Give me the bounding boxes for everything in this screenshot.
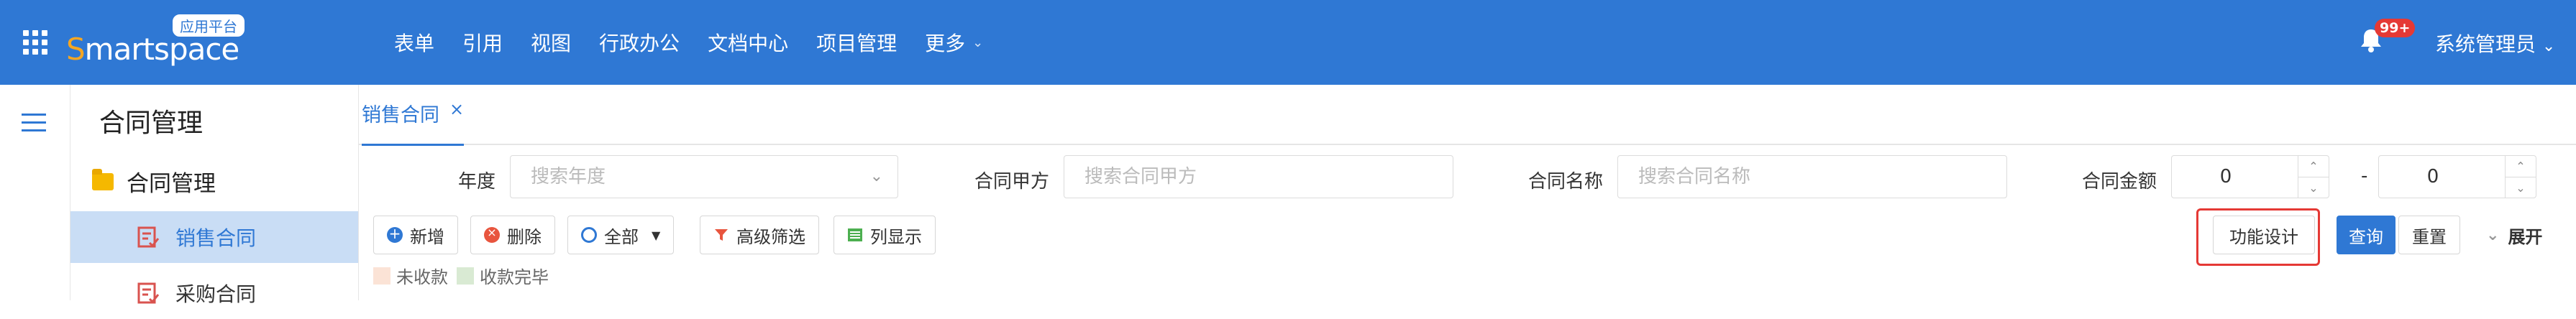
party-label: 合同甲方 — [974, 171, 1050, 193]
sidebar-item-sales-contract[interactable]: 销售合同 — [70, 211, 358, 263]
tab-sales-contract[interactable]: 销售合同 × — [362, 99, 465, 146]
double-chevron-down-icon: ⌄ — [2486, 226, 2500, 244]
chevron-down-icon: ⌄ — [869, 167, 883, 185]
party-input[interactable]: 搜索合同甲方 — [1064, 155, 1453, 198]
sidebar-title: 合同管理 — [99, 108, 204, 138]
user-name: 系统管理员 — [2435, 32, 2536, 56]
filter-bar: 年度 搜索年度 ⌄ 合同甲方 搜索合同甲方 合同名称 搜索合同名称 合同金额 0… — [359, 145, 2576, 205]
amount-label: 合同金额 — [2082, 171, 2157, 193]
caret-down-icon: ▼ — [652, 228, 661, 242]
apps-grid-icon[interactable] — [23, 30, 47, 55]
year-label: 年度 — [458, 171, 496, 193]
legend-label-paid: 收款完毕 — [480, 267, 549, 287]
nav-item-form[interactable]: 表单 — [394, 28, 434, 57]
query-label: 查询 — [2349, 226, 2383, 247]
reset-label: 重置 — [2412, 226, 2447, 247]
stepper-down-icon[interactable]: ⌄ — [2298, 177, 2329, 198]
query-button[interactable]: 查询 — [2337, 216, 2395, 254]
nav-item-project-management[interactable]: 项目管理 — [816, 28, 897, 57]
expand-toggle[interactable]: ⌄ 展开 — [2473, 216, 2556, 254]
year-placeholder: 搜索年度 — [531, 166, 606, 188]
columns-label: 列显示 — [870, 226, 922, 247]
delete-label: 删除 — [507, 226, 542, 247]
amount-min-value: 0 — [2219, 166, 2232, 188]
logo-badge: 应用平台 — [171, 13, 246, 38]
reset-button[interactable]: 重置 — [2398, 216, 2460, 254]
nav-item-more[interactable]: 更多 ⌄ — [925, 28, 983, 57]
party-placeholder: 搜索合同甲方 — [1084, 166, 1197, 188]
function-design-button[interactable]: 功能设计 — [2213, 216, 2315, 254]
user-menu[interactable]: 系统管理员 ⌄ — [2435, 29, 2555, 57]
tab-label: 销售合同 — [362, 104, 439, 126]
legend-swatch-paid — [457, 267, 474, 285]
amount-max-stepper[interactable]: 0 ⌃ ⌄ — [2378, 155, 2536, 198]
nav-item-admin-office[interactable]: 行政办公 — [599, 28, 680, 57]
nav-item-reference[interactable]: 引用 — [462, 28, 503, 57]
main-content: 销售合同 × 年度 搜索年度 ⌄ 合同甲方 搜索合同甲方 合同名称 搜索合同名称… — [359, 85, 2576, 300]
legend-label-unpaid: 未收款 — [396, 267, 448, 287]
chevron-down-icon: ⌄ — [2541, 37, 2556, 55]
name-label: 合同名称 — [1528, 171, 1604, 193]
nav-item-view[interactable]: 视图 — [531, 28, 571, 57]
design-label: 功能设计 — [2229, 226, 2298, 247]
sidebar-item-label: 销售合同 — [175, 226, 257, 250]
year-select[interactable]: 搜索年度 ⌄ — [510, 155, 898, 198]
close-icon[interactable]: × — [449, 99, 464, 119]
nav-item-document-center[interactable]: 文档中心 — [708, 28, 788, 57]
all-label: 全部 — [604, 226, 639, 247]
menu-toggle-icon[interactable] — [22, 114, 46, 132]
legend-swatch-unpaid — [373, 267, 390, 285]
remove-circle-icon: × — [484, 226, 500, 243]
amount-separator: - — [2361, 165, 2368, 187]
stepper-controls: ⌃ ⌄ — [2298, 156, 2329, 198]
contract-icon — [137, 226, 160, 248]
name-input[interactable]: 搜索合同名称 — [1617, 155, 2007, 198]
stepper-controls: ⌃ ⌄ — [2505, 156, 2536, 198]
advanced-label: 高级筛选 — [736, 226, 805, 247]
plus-circle-icon: + — [387, 225, 403, 243]
add-button[interactable]: + 新增 — [373, 216, 458, 254]
advanced-filter-button[interactable]: 高级筛选 — [700, 216, 819, 254]
globe-icon — [581, 227, 597, 243]
stepper-up-icon[interactable]: ⌃ — [2506, 156, 2536, 177]
name-placeholder: 搜索合同名称 — [1638, 166, 1751, 188]
main-nav: 表单 引用 视图 行政办公 文档中心 项目管理 更多 ⌄ — [394, 0, 1011, 85]
chevron-down-icon: ⌄ — [972, 34, 984, 50]
sidebar-group-contract[interactable]: 合同管理 — [92, 165, 216, 198]
nav-more-label: 更多 — [925, 32, 966, 55]
delete-button[interactable]: × 删除 — [470, 216, 555, 254]
contract-icon — [137, 282, 160, 304]
expand-label: 展开 — [2508, 226, 2543, 247]
folder-icon — [92, 168, 114, 190]
amount-max-value: 0 — [2426, 166, 2439, 188]
stepper-down-icon[interactable]: ⌄ — [2506, 177, 2536, 198]
sidebar-item-purchase-contract[interactable]: 采购合同 — [70, 267, 358, 319]
stepper-up-icon[interactable]: ⌃ — [2298, 156, 2329, 177]
top-bar: Smartspace 应用平台 表单 引用 视图 行政办公 文档中心 项目管理 … — [0, 0, 2576, 85]
sidebar-group-label: 合同管理 — [127, 171, 216, 197]
sidebar: 合同管理 合同管理 销售合同 采购合同 — [70, 85, 359, 306]
filter-all-dropdown[interactable]: 全部 ▼ — [567, 216, 675, 254]
amount-min-stepper[interactable]: 0 ⌃ ⌄ — [2171, 155, 2329, 198]
tab-bar: 销售合同 × — [359, 85, 2576, 146]
toolbar: + 新增 × 删除 全部 ▼ 高级筛选 列显示 功能设计 查询 重置 ⌄ 展开 — [359, 208, 2576, 266]
left-strip — [0, 85, 70, 300]
list-icon — [848, 228, 862, 241]
funnel-icon — [715, 229, 728, 241]
add-label: 新增 — [410, 226, 444, 247]
sidebar-item-label: 采购合同 — [175, 282, 257, 306]
status-legend: 未收款 收款完毕 — [373, 263, 549, 288]
notification-badge: 99+ — [2375, 19, 2416, 37]
column-display-button[interactable]: 列显示 — [833, 216, 936, 254]
